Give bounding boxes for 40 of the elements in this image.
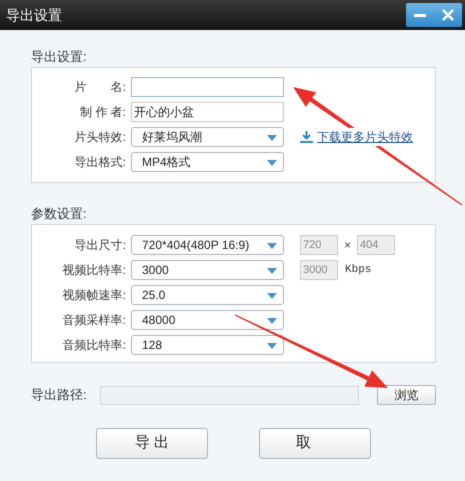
dropdown[interactable]: MP4格式 — [131, 152, 284, 172]
minimize-button[interactable] — [406, 3, 434, 27]
field-label: 制 作 者: — [78, 104, 126, 121]
download-icon — [300, 131, 313, 143]
dropdown-arrow-icon — [267, 318, 277, 324]
dialog-button[interactable]: 取 — [259, 428, 371, 459]
path-field[interactable] — [100, 386, 360, 404]
field-label: 视频比特率: — [62, 262, 126, 279]
dropdown-arrow-icon — [267, 243, 277, 249]
field-label: 音频比特率: — [62, 337, 126, 354]
section-heading: 导出设置: — [31, 48, 88, 66]
dropdown[interactable]: 3000 — [131, 260, 284, 280]
field-label: 导出尺寸: — [74, 237, 126, 254]
text-field[interactable]: 开心的小盆 — [131, 102, 284, 122]
minimize-icon — [414, 14, 426, 16]
browse-button[interactable]: 浏览 — [377, 385, 436, 405]
dropdown-arrow-icon — [267, 343, 277, 349]
unit-label: Kbps — [345, 262, 372, 278]
dropdown[interactable]: 25.0 — [131, 285, 284, 305]
window-title: 导出设置 — [6, 6, 62, 24]
dropdown-arrow-icon — [267, 268, 277, 274]
dialog-button[interactable]: 导 出 — [96, 428, 208, 459]
dropdown[interactable]: 128 — [131, 335, 284, 355]
section-heading: 参数设置: — [31, 205, 88, 223]
field-label: 视频帧速率: — [62, 287, 126, 304]
dropdown[interactable]: 48000 — [131, 310, 284, 330]
text-field[interactable] — [131, 77, 284, 97]
field-label: 片头特效: — [74, 129, 126, 146]
field-label: 音频采样率: — [62, 312, 126, 329]
dropdown[interactable]: 好莱坞风潮 — [131, 127, 284, 147]
dropdown-arrow-icon — [267, 293, 277, 299]
field-label: 导出路径: — [31, 386, 88, 404]
times-sign: × — [344, 237, 352, 254]
close-button[interactable] — [434, 3, 462, 27]
dropdown-arrow-icon — [267, 160, 277, 166]
field-label: 片 名: — [74, 79, 126, 96]
close-icon — [442, 9, 454, 21]
field-label: 导出格式: — [74, 154, 126, 171]
dropdown[interactable]: 720*404(480P 16:9) — [131, 235, 284, 255]
dropdown-arrow-icon — [267, 135, 277, 141]
